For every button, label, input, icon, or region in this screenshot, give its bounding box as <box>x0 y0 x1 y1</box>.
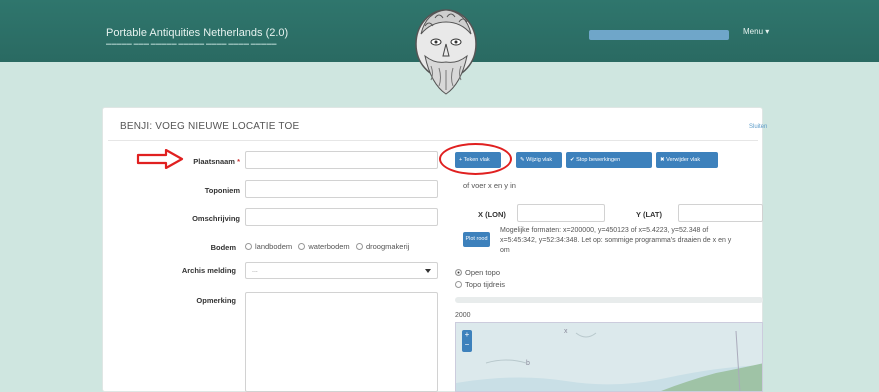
plot-point-button[interactable]: Plot rood <box>463 232 490 247</box>
radio-droogmakerij[interactable] <box>355 243 363 250</box>
zoom-out-icon[interactable]: − <box>462 340 472 350</box>
archis-label: Archis melding <box>181 266 236 275</box>
red-circle-annotation <box>439 143 512 175</box>
y-lat-label: Y (LAT) <box>636 210 662 219</box>
x-lon-input[interactable] <box>517 204 605 222</box>
map-view[interactable]: x b <box>455 322 763 392</box>
or-enter-xy-hint: of voer x en y in <box>463 181 516 190</box>
radio-waterbodem[interactable] <box>298 243 306 250</box>
svg-text:b: b <box>526 360 530 367</box>
plaatsnaam-input[interactable] <box>245 151 438 169</box>
layer-option-open-topo[interactable]: Open topo <box>455 268 500 277</box>
y-lat-input[interactable] <box>678 204 763 222</box>
x-lon-label: X (LON) <box>478 210 506 219</box>
chevron-down-icon <box>425 269 431 273</box>
card-title: BENJI: VOEG NIEUWE LOCATIE TOE <box>120 121 300 132</box>
toponiem-label: Toponiem <box>204 186 240 195</box>
nav-user-bar[interactable] <box>589 30 729 40</box>
coordinate-formats-help: Mogelijke formaten: x=200000, y=450123 o… <box>500 227 732 254</box>
bodem-radio-group: landbodem waterbodem droogmakerij <box>245 242 409 251</box>
delete-polygon-button[interactable]: ✖ Verwijder vlak <box>656 152 718 168</box>
radio-landbodem[interactable] <box>245 243 252 250</box>
opmerking-textarea[interactable] <box>245 292 438 392</box>
map-tiles: x b <box>456 323 762 391</box>
logo-head-icon <box>415 9 477 95</box>
year-slider[interactable] <box>455 297 763 303</box>
radio-open-topo[interactable] <box>455 269 462 276</box>
edit-polygon-button[interactable]: ✎ Wijzig vlak <box>516 152 562 168</box>
toponiem-input[interactable] <box>245 180 438 198</box>
nav-menu-dropdown[interactable]: Menu ▾ <box>743 27 769 36</box>
close-link[interactable]: Sluiten <box>749 124 767 130</box>
map-zoom-control: + − <box>462 330 472 352</box>
bodem-label: Bodem <box>210 243 236 252</box>
zoom-in-icon[interactable]: + <box>462 330 472 340</box>
divider <box>108 140 758 141</box>
svg-text:x: x <box>564 328 568 335</box>
year-label: 2000 <box>455 312 471 319</box>
archis-select[interactable]: ... <box>245 262 438 279</box>
brand-title[interactable]: Portable Antiquities Netherlands (2.0) <box>106 27 288 39</box>
omschrijving-label: Omschrijving <box>192 214 240 223</box>
stop-editing-button[interactable]: ✔ Stop bewerkingen <box>566 152 652 168</box>
opmerking-label: Opmerking <box>196 296 236 305</box>
omschrijving-input[interactable] <box>245 208 438 226</box>
red-arrow-annotation-icon <box>136 149 184 169</box>
radio-topo-tijdreis[interactable] <box>455 281 462 288</box>
brand-subtitle: ▬▬▬▬▬ ▬▬▬ ▬▬▬▬▬ ▬▬▬▬▬ ▬▬▬▬ ▬▬▬▬ ▬▬▬▬▬ <box>106 41 277 47</box>
layer-option-topo-tijdreis[interactable]: Topo tijdreis <box>455 280 505 289</box>
